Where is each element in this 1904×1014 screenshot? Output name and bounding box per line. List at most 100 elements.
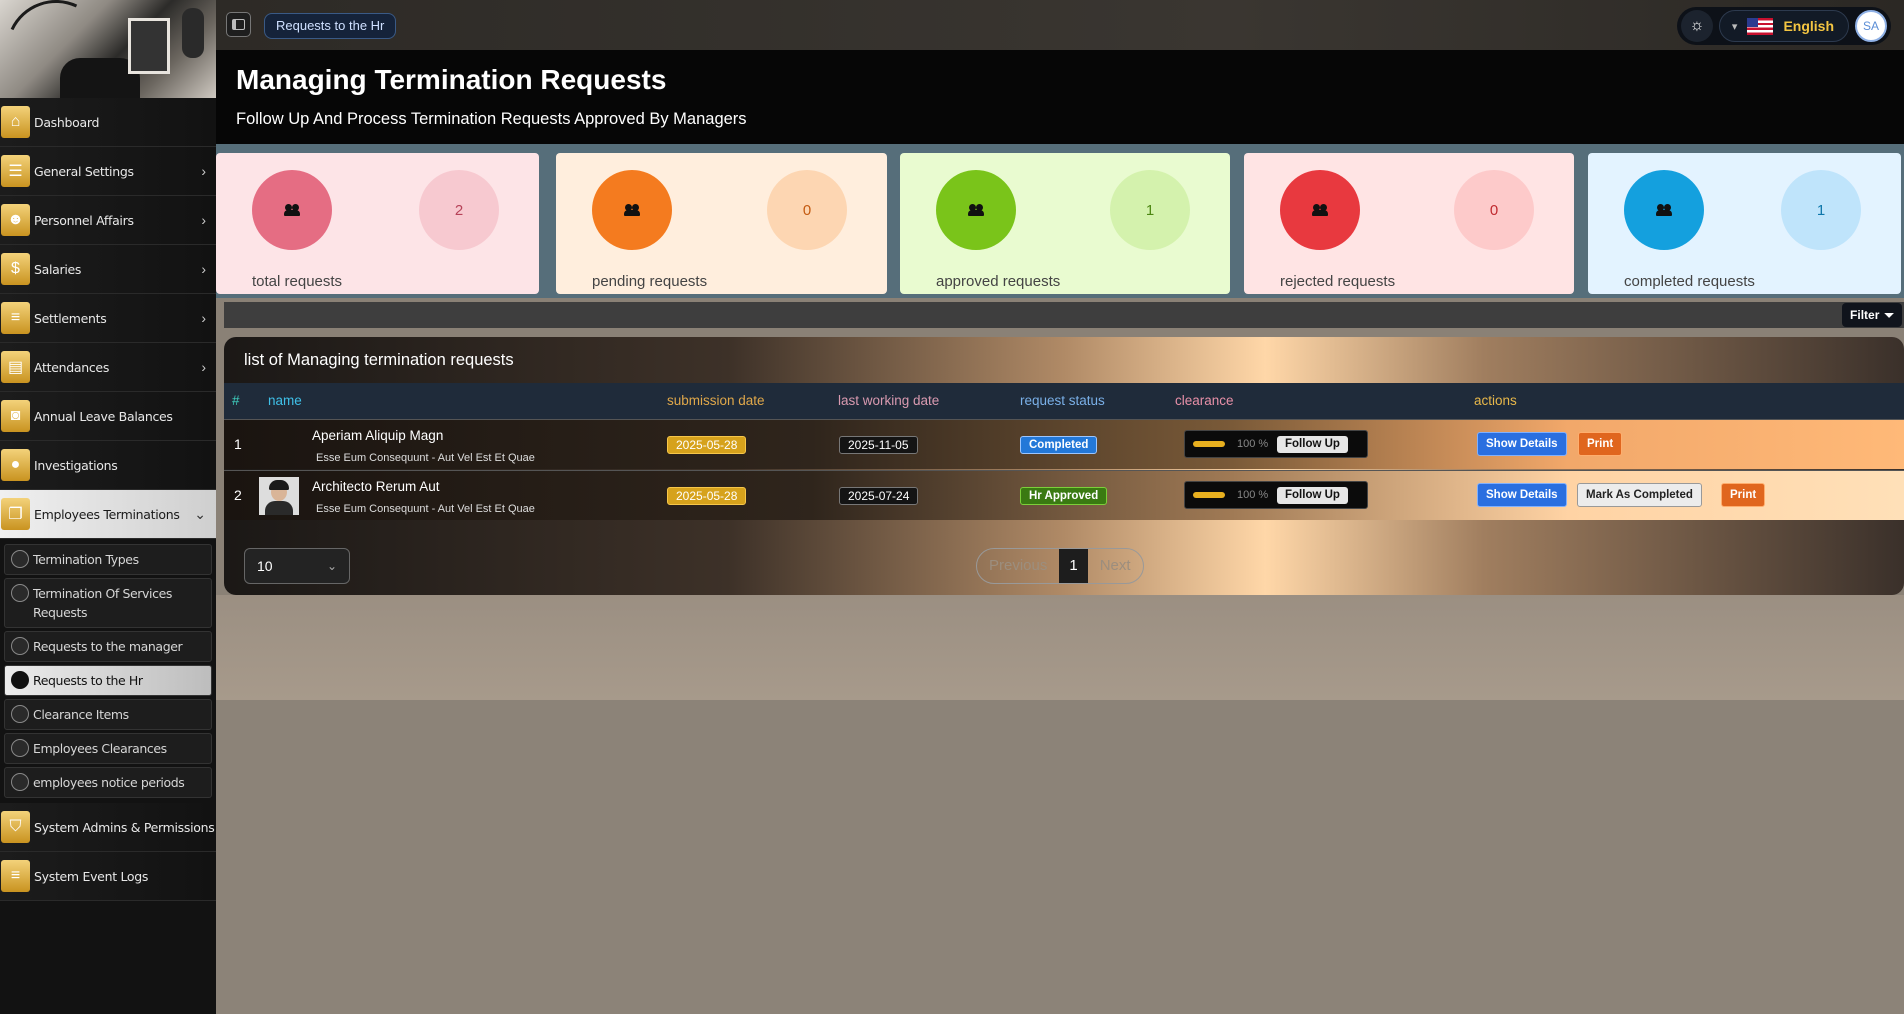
users-icon <box>1312 204 1328 216</box>
chevron-right-icon: › <box>201 310 206 326</box>
sidebar-item-salaries[interactable]: $ Salaries › <box>0 245 216 294</box>
stat-card-approved-requests: 1 approved requests <box>900 153 1230 294</box>
chevron-down-icon: ⌄ <box>194 505 206 522</box>
submenu-item-termination-types[interactable]: Termination Types <box>4 544 212 575</box>
requests-table-panel: list of Managing termination requests # … <box>224 337 1904 595</box>
sidebar-item-system-event-logs[interactable]: ≡ System Event Logs <box>0 852 216 901</box>
clearance-progress: 100 % Follow Up <box>1184 481 1368 509</box>
sidebar-item-annual-leave-balances[interactable]: ◙ Annual Leave Balances <box>0 392 216 441</box>
sidebar-item-attendances[interactable]: ▤ Attendances › <box>0 343 216 392</box>
stat-value: 1 <box>1110 170 1190 250</box>
print-button[interactable]: Print <box>1578 432 1623 456</box>
table-title: list of Managing termination requests <box>244 351 514 369</box>
chevron-down-icon: ▾ <box>1731 20 1738 33</box>
submenu-item-employees-notice-periods[interactable]: employees notice periods <box>4 767 212 798</box>
chevron-down-icon: ⌄ <box>326 559 337 573</box>
top-right-controls: ☼ ▾ English SA <box>1676 7 1891 45</box>
users-icon: ☻ <box>1 204 30 236</box>
avatar[interactable]: SA <box>1855 10 1887 42</box>
show-details-button[interactable]: Show Details <box>1477 483 1567 507</box>
stats-section: 2 total requests 0 pending requests 1 approve… <box>216 144 1904 298</box>
employee-name: Architecto Rerum Aut <box>312 479 440 494</box>
stat-label: approved requests <box>936 273 1061 290</box>
submenu-item-termination-of-services-requests[interactable]: Termination Of Services Requests <box>4 578 212 628</box>
stat-icon-circle <box>936 170 1016 250</box>
employee-subtitle: Esse Eum Consequunt - Aut Vel Est Et Qua… <box>316 452 535 464</box>
page-size-select[interactable]: 10 ⌄ <box>244 548 350 584</box>
employee-subtitle: Esse Eum Consequunt - Aut Vel Est Et Qua… <box>316 503 535 515</box>
col-index: # <box>232 393 240 408</box>
theme-toggle-button[interactable]: ☼ <box>1680 10 1713 42</box>
follow-up-button[interactable]: Follow Up <box>1277 436 1348 453</box>
print-button[interactable]: Print <box>1721 483 1766 507</box>
breadcrumb[interactable]: Requests to the Hr <box>264 13 397 39</box>
sliders-icon: ☰ <box>1 155 30 187</box>
submenu-item-label: Requests to the Hr <box>33 673 143 688</box>
previous-page-button[interactable]: Previous <box>977 549 1059 583</box>
sidebar-item-label: Personnel Affairs <box>34 212 134 228</box>
sidebar-item-label: Employees Terminations <box>34 506 180 522</box>
employee-name: Aperiam Aliquip Magn <box>312 428 444 443</box>
sidebar-item-label: Annual Leave Balances <box>34 408 173 424</box>
col-request-status: request status <box>1020 393 1105 408</box>
language-label: English <box>1783 18 1834 34</box>
next-page-button[interactable]: Next <box>1088 549 1143 583</box>
stat-icon-circle <box>592 170 672 250</box>
users-icon <box>284 204 300 216</box>
sidebar-item-label: Salaries <box>34 261 82 277</box>
sidebar-item-general-settings[interactable]: ☰ General Settings › <box>0 147 216 196</box>
briefcase-icon: ▤ <box>1 351 30 383</box>
background-band <box>216 595 1904 700</box>
sidebar-item-dashboard[interactable]: ⌂ Dashboard <box>0 98 216 147</box>
sidebar-item-label: Investigations <box>34 457 118 473</box>
terminations-submenu: Termination Types Termination Of Services… <box>0 539 216 803</box>
submenu-item-label: Termination Of Services Requests <box>33 586 172 620</box>
current-page-button[interactable]: 1 <box>1059 549 1088 583</box>
submission-date: 2025-05-28 <box>667 436 747 454</box>
sidebar-item-investigations[interactable]: ● Investigations <box>0 441 216 490</box>
pagination: Previous 1 Next <box>976 548 1144 584</box>
sidebar-item-personnel-affairs[interactable]: ☻ Personnel Affairs › <box>0 196 216 245</box>
background-lower <box>216 700 1904 1014</box>
follow-up-button[interactable]: Follow Up <box>1277 487 1348 504</box>
users-icon <box>1656 204 1672 216</box>
last-working-date: 2025-11-05 <box>839 436 918 454</box>
status-badge: Completed <box>1020 436 1098 454</box>
sidebar-toggle-button[interactable] <box>226 12 251 37</box>
shield-icon: ⛉ <box>1 811 30 843</box>
show-details-button[interactable]: Show Details <box>1477 432 1567 456</box>
users-icon <box>968 204 984 216</box>
stat-card-pending-requests: 0 pending requests <box>556 153 887 294</box>
top-bar: Requests to the Hr ☼ ▾ English SA <box>216 0 1904 50</box>
chevron-right-icon: › <box>201 261 206 277</box>
stat-value: 0 <box>1454 170 1534 250</box>
stat-label: total requests <box>252 273 343 290</box>
col-name: name <box>268 393 302 408</box>
clearance-percent: 100 % <box>1237 438 1269 450</box>
table-row: 1 Aperiam Aliquip Magn Esse Eum Consequu… <box>224 419 1904 469</box>
sidebar-item-system-admins-permissions[interactable]: ⛉ System Admins & Permissions <box>0 803 216 852</box>
last-working-date: 2025-07-24 <box>839 487 919 505</box>
stat-icon-circle <box>1280 170 1360 250</box>
chevron-right-icon: › <box>201 163 206 179</box>
submenu-item-clearance-items[interactable]: Clearance Items <box>4 699 212 730</box>
clearance-bar <box>1193 441 1225 447</box>
funnel-icon: ⏷ <box>1884 307 1894 322</box>
language-select[interactable]: ▾ English <box>1718 10 1849 42</box>
sidebar-item-employees-terminations[interactable]: ❐ Employees Terminations ⌄ <box>0 490 216 539</box>
radio-dot-icon <box>11 584 29 602</box>
col-clearance: clearance <box>1175 393 1234 408</box>
sidebar-item-settlements[interactable]: ≡ Settlements › <box>0 294 216 343</box>
mark-completed-button[interactable]: Mark As Completed <box>1577 483 1702 507</box>
home-icon: ⌂ <box>1 106 30 138</box>
radio-dot-icon <box>11 637 29 655</box>
col-actions: actions <box>1474 393 1517 408</box>
filter-button[interactable]: Filter ⏷ <box>1842 303 1902 327</box>
submenu-item-requests-to-the-manager[interactable]: Requests to the manager <box>4 631 212 662</box>
money-icon: $ <box>1 253 30 285</box>
list-icon: ≡ <box>1 302 30 334</box>
chevron-right-icon: › <box>201 359 206 375</box>
submenu-item-employees-clearances[interactable]: Employees Clearances <box>4 733 212 764</box>
page-header: Managing Termination Requests Follow Up … <box>216 50 1904 144</box>
submenu-item-requests-to-the-hr[interactable]: Requests to the Hr <box>4 665 212 696</box>
